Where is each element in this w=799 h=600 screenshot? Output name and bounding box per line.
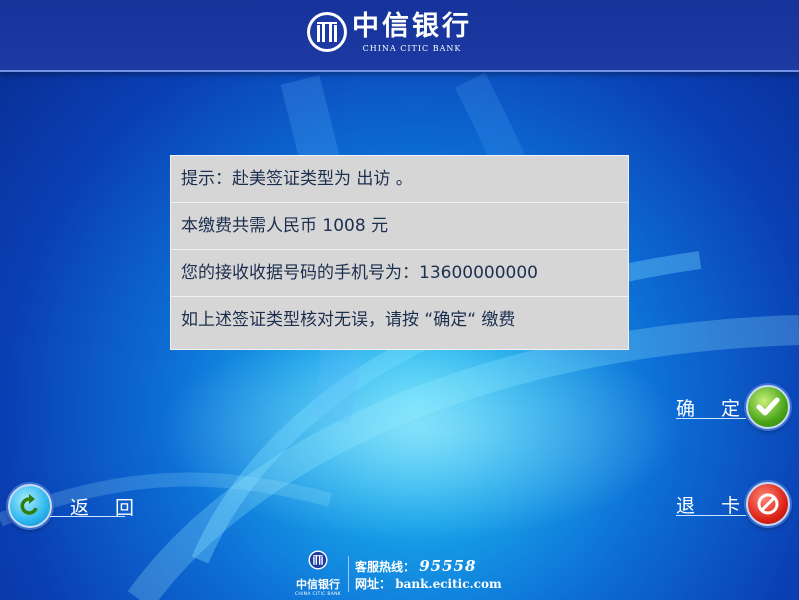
no-entry-icon[interactable] (746, 482, 791, 526)
info-row-phone: 您的接收收据号码的手机号为：13600000000 (171, 250, 628, 297)
checkmark-icon[interactable] (746, 385, 791, 429)
citic-logo-icon (307, 12, 347, 52)
info-panel: 提示：赴美签证类型为 出访 。 本缴费共需人民币 1008 元 您的接收收据号码… (170, 155, 629, 350)
header-bar: 中信银行 CHINA CITIC BANK (0, 0, 799, 72)
hotline-number: 95558 (419, 557, 477, 575)
back-button[interactable]: 返 回 (8, 484, 144, 528)
back-underline (50, 516, 125, 517)
website: 网址： bank.ecitic.com (355, 575, 502, 593)
exit-card-underline (676, 515, 746, 516)
brand-name-cn: 中信银行 (352, 10, 472, 42)
exit-card-label: 退 卡 (676, 494, 751, 517)
confirm-label: 确 定 (676, 397, 751, 420)
confirm-button[interactable]: 确 定 (676, 385, 791, 429)
back-arrow-icon[interactable] (8, 484, 52, 528)
footer-logo: 中信银行 CHINA CITIC BANK (290, 550, 346, 597)
confirm-underline (676, 418, 746, 419)
website-url: bank.ecitic.com (395, 577, 502, 591)
footer-divider (348, 556, 349, 592)
footer: 中信银行 CHINA CITIC BANK 客服热线： 95558 网址： ba… (290, 550, 520, 597)
hotline-label: 客服热线： (355, 560, 416, 574)
brand-name-en: CHINA CITIC BANK (362, 43, 462, 53)
info-row-visa-type: 提示：赴美签证类型为 出访 。 (171, 156, 628, 203)
bank-logo: 中信银行 CHINA CITIC BANK (306, 11, 472, 53)
footer-brand-en: CHINA CITIC BANK (294, 592, 342, 597)
website-label: 网址： (355, 577, 392, 591)
info-row-fee-amount: 本缴费共需人民币 1008 元 (171, 203, 628, 250)
hotline: 客服热线： 95558 (355, 557, 502, 575)
info-row-instruction: 如上述签证类型核对无误，请按 “确定“ 缴费 (181, 310, 516, 330)
footer-citic-logo-icon (308, 550, 328, 570)
exit-card-button[interactable]: 退 卡 (676, 482, 791, 526)
footer-brand-cn: 中信银行 (296, 578, 340, 591)
